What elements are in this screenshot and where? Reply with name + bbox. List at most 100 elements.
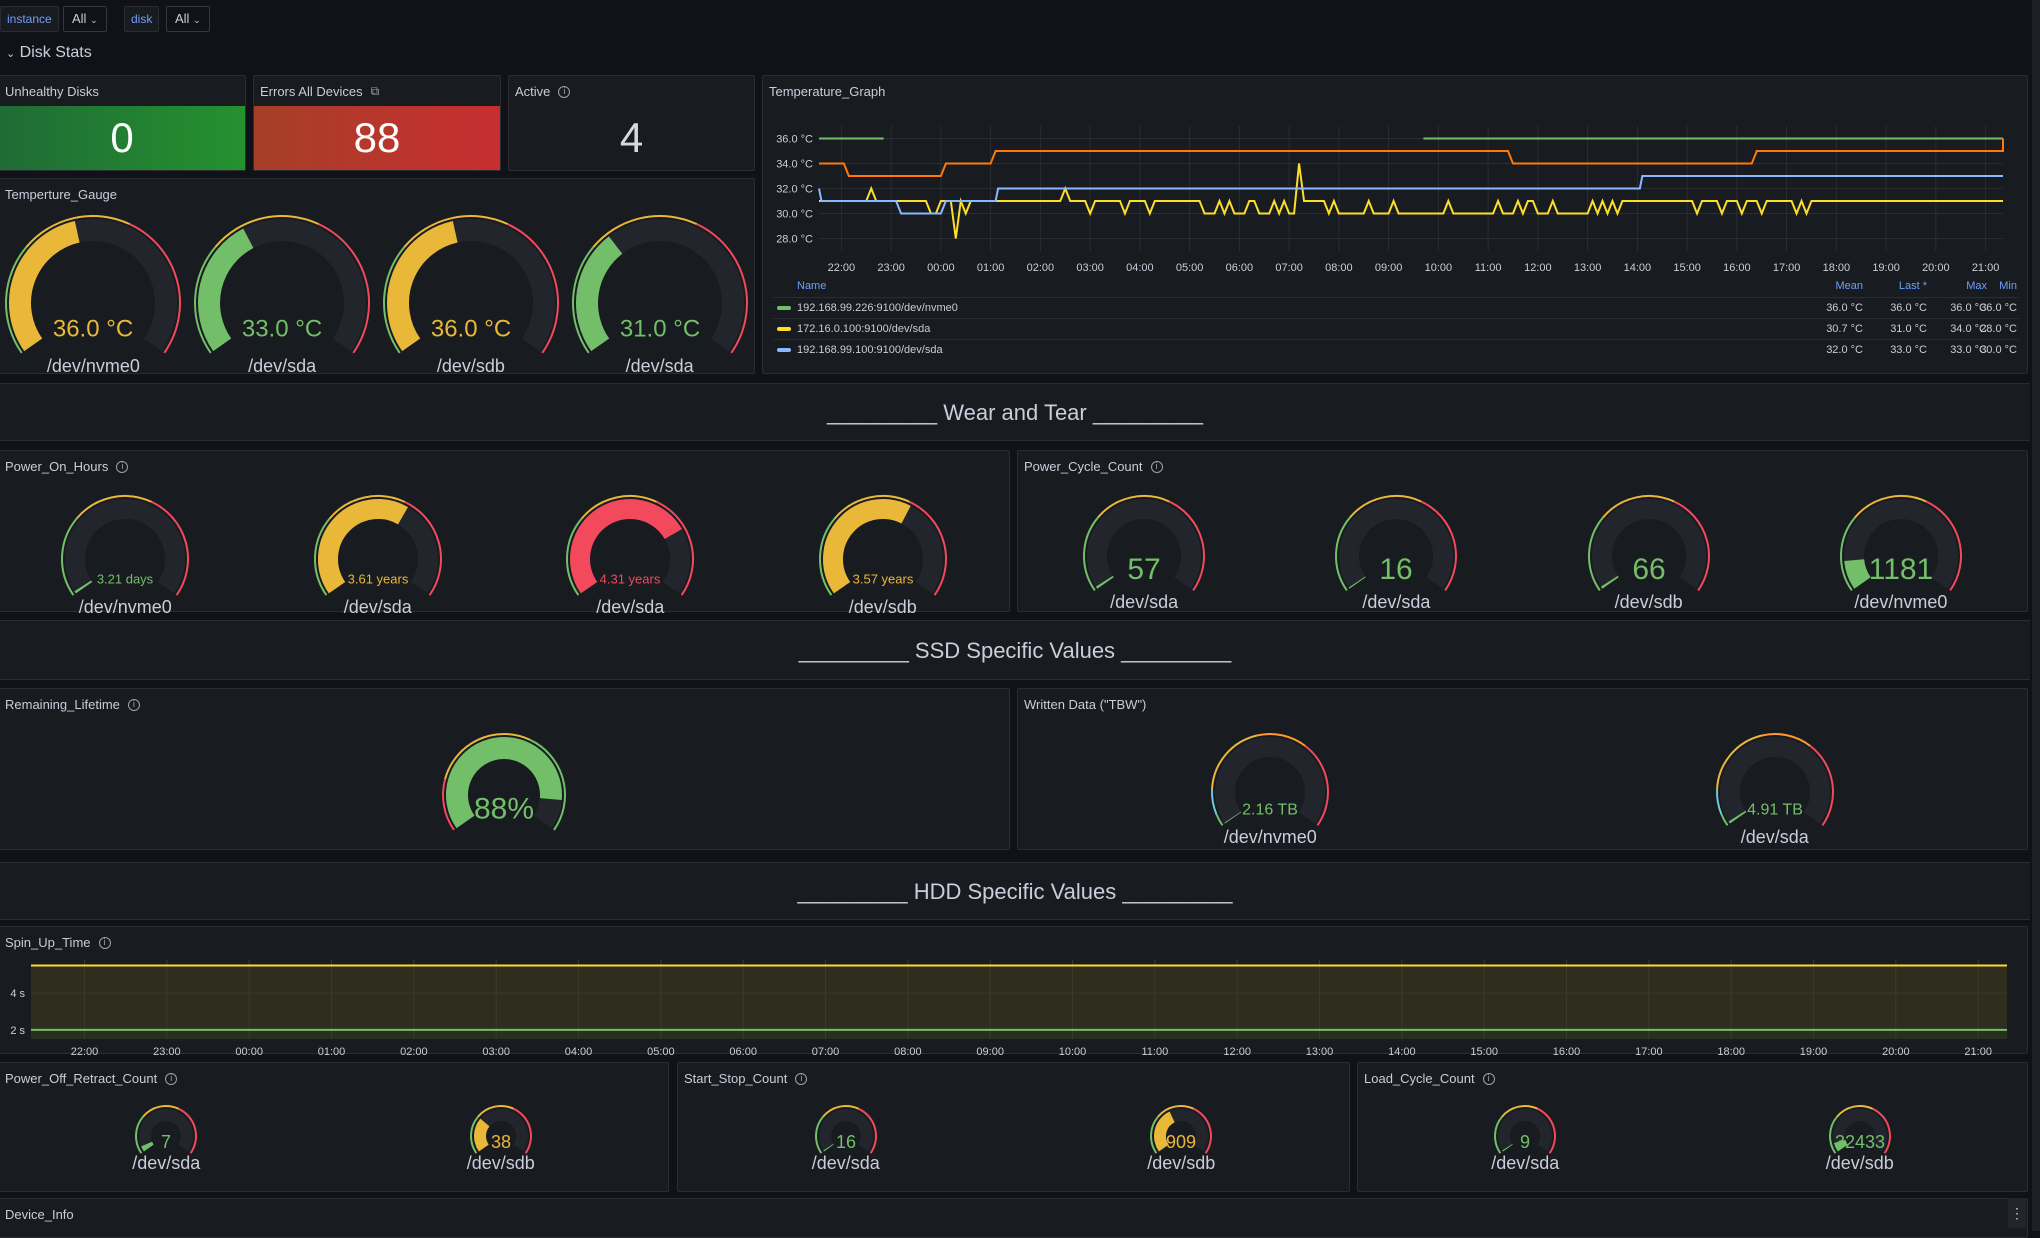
gauge-value: 57 [1127, 553, 1160, 586]
gauge-label: /dev/nvme0 [0, 597, 252, 618]
gauge: 4.91 TB/dev/sda [1523, 729, 2028, 848]
gauge-value: 3.57 years [852, 571, 913, 586]
legend-table: Name Mean Last * Max Min 192.168.99.226:… [763, 280, 2029, 375]
legend-header-mean[interactable]: Mean [1803, 280, 1863, 292]
variable-disk-select[interactable]: All ⌄ [166, 6, 210, 32]
x-tick-label: 21:00 [1972, 262, 2000, 274]
panel-title: Errors All Devices ⧉ [260, 84, 379, 99]
gauge: 88% [0, 729, 1009, 829]
gauge-value: 7 [161, 1132, 171, 1152]
gauge-value: 36.0 °C [53, 315, 133, 342]
y-tick-label: 30.0 °C [776, 209, 813, 221]
x-tick-label: 01:00 [977, 262, 1005, 274]
section-hdd-specific: _________ HDD Specific Values _________ [0, 862, 2030, 920]
x-tick-label: 08:00 [894, 1046, 922, 1055]
gauge-value: 36.0 °C [431, 315, 511, 342]
x-tick-label: 22:00 [828, 262, 856, 274]
section-wear-and-tear: _________ Wear and Tear _________ [0, 383, 2030, 441]
gauge: 38/dev/sdb [334, 1101, 669, 1174]
info-icon[interactable]: i [116, 461, 128, 473]
gauge-value: 33.0 °C [242, 315, 322, 342]
gauge: 16/dev/sda [678, 1101, 1014, 1174]
y-tick-label: 2 s [10, 1025, 25, 1037]
gauge-value-arc [83, 586, 84, 588]
x-tick-label: 13:00 [1306, 1046, 1334, 1055]
stat-value: 4 [509, 106, 754, 170]
x-tick-label: 18:00 [1823, 262, 1851, 274]
gauge-value-arc [480, 1123, 485, 1149]
info-icon[interactable]: i [165, 1073, 177, 1085]
scrollbar[interactable] [2032, 0, 2040, 1231]
stat-value: 0 [0, 106, 245, 170]
legend-row[interactable]: 172.16.0.100:9100/dev/sda 30.7 °C 31.0 °… [773, 318, 2019, 339]
row-title: Disk Stats [20, 44, 92, 61]
x-tick-label: 12:00 [1223, 1046, 1251, 1055]
gauge-arc: 3.57 years [815, 491, 951, 595]
gauge-arc: 38 [466, 1101, 536, 1151]
gauge-label: /dev/sda [0, 1153, 334, 1174]
external-link-icon[interactable]: ⧉ [371, 84, 380, 99]
info-icon[interactable]: i [99, 937, 111, 949]
x-tick-label: 06:00 [1226, 262, 1254, 274]
gauge-label: /dev/sdb [377, 356, 566, 377]
x-tick-label: 02:00 [1027, 262, 1055, 274]
x-tick-label: 00:00 [927, 262, 955, 274]
x-tick-label: 11:00 [1141, 1046, 1168, 1055]
row-disk-stats[interactable]: ⌄ Disk Stats [6, 44, 92, 62]
gauge: 57/dev/sda [1018, 491, 1270, 613]
gauge: 36.0 °C/dev/nvme0 [0, 211, 188, 377]
legend-header-max[interactable]: Max [1927, 280, 1987, 292]
panel-title: Temperture_Gauge [5, 187, 117, 202]
gauge-label: /dev/sda [1358, 1153, 1693, 1174]
info-icon[interactable]: i [1483, 1073, 1495, 1085]
variable-disk-label: disk [124, 6, 159, 32]
gauge-value-arc [1854, 560, 1862, 583]
info-icon[interactable]: i [558, 86, 570, 98]
x-tick-label: 04:00 [1126, 262, 1154, 274]
gauge-arc: 1181 [1836, 491, 1966, 590]
gauge-value-arc [1737, 816, 1738, 818]
legend-row[interactable]: 192.168.99.100:9100/dev/sda 32.0 °C 33.0… [773, 339, 2019, 360]
gauge-arc: 909 [1146, 1101, 1216, 1151]
gauge: 3.57 years/dev/sdb [757, 491, 1010, 618]
legend-header-name[interactable]: Name [797, 280, 826, 292]
gauge-value: 3.61 years [347, 571, 408, 586]
x-tick-label: 10:00 [1059, 1046, 1087, 1055]
info-icon[interactable]: i [128, 699, 140, 711]
info-icon[interactable]: i [1151, 461, 1163, 473]
panel-title: Start_Stop_Count i [684, 1071, 807, 1086]
x-tick-label: 11:00 [1475, 262, 1502, 274]
panel-spin-up-time: Spin_Up_Time i 2 s4 s22:0023:0000:0001:0… [0, 926, 2028, 1054]
series-line [819, 139, 2003, 177]
gauge-value: 16 [1380, 553, 1413, 586]
gauge-value: 9 [1520, 1132, 1530, 1152]
x-tick-label: 20:00 [1882, 1046, 1910, 1055]
gauge: 7/dev/sda [0, 1101, 334, 1174]
chevron-down-icon: ⌄ [90, 15, 98, 25]
x-tick-label: 06:00 [729, 1046, 757, 1055]
panel-temperature-gauge: Temperture_Gauge 36.0 °C/dev/nvme0 33.0 °… [0, 178, 755, 374]
variable-instance-select[interactable]: All ⌄ [63, 6, 107, 32]
kebab-menu-icon[interactable]: ⋮ [2008, 1198, 2026, 1228]
legend-header-last[interactable]: Last * [1863, 280, 1927, 292]
panel-power-on-hours: Power_On_Hours i 3.21 days/dev/nvme03.61… [0, 450, 1010, 612]
gauge-value: 3.21 days [97, 571, 154, 586]
gauge-value: 32433 [1835, 1132, 1885, 1152]
gauge-arc: 31.0 °C [568, 211, 752, 354]
x-tick-label: 05:00 [647, 1046, 675, 1055]
panel-title: Unhealthy Disks [5, 84, 99, 99]
legend-row[interactable]: 192.168.99.226:9100/dev/nvme0 36.0 °C 36… [773, 297, 2019, 318]
gauge-value: 2.16 TB [1242, 801, 1298, 818]
gauge-label: /dev/sdb [1014, 1153, 1350, 1174]
gauge-value-arc [147, 1144, 149, 1148]
x-tick-label: 14:00 [1388, 1046, 1416, 1055]
gauge-value: 16 [836, 1132, 856, 1152]
info-icon[interactable]: i [795, 1073, 807, 1085]
x-tick-label: 16:00 [1723, 262, 1751, 274]
gauge: 909/dev/sdb [1014, 1101, 1350, 1174]
gauge: 2.16 TB/dev/nvme0 [1018, 729, 1523, 848]
legend-header-min[interactable]: Min [1987, 280, 2017, 292]
x-tick-label: 15:00 [1673, 262, 1701, 274]
gauge: 16/dev/sda [1270, 491, 1522, 613]
gauge-arc: 32433 [1825, 1101, 1895, 1151]
